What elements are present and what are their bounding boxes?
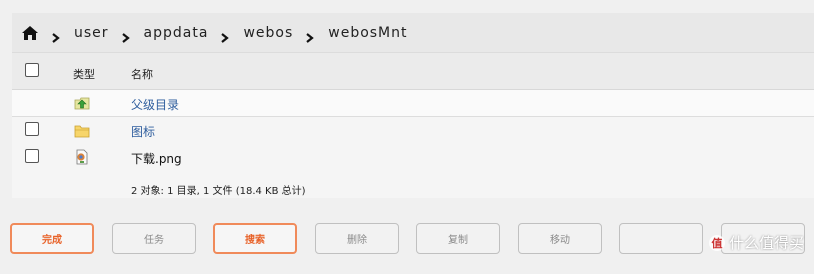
folder-icon [74,123,90,139]
tasks-button[interactable]: 任务 [112,223,196,254]
move-button[interactable]: 移动 [518,223,602,254]
column-header-type[interactable]: 类型 [73,66,95,82]
table-row[interactable]: 父级目录 [12,90,814,117]
chevron-right-icon [221,28,230,43]
image-file-icon [74,149,90,165]
breadcrumb-item-webosmnt[interactable]: webosMnt [328,25,407,41]
breadcrumb-item-appdata[interactable]: appdata [144,25,209,41]
table-header: 类型 名称 [12,53,814,90]
table-row[interactable]: 图标 [12,117,814,144]
chevron-right-icon [306,28,315,43]
chevron-right-icon [52,28,61,43]
watermark: 值 什么值得买 [708,232,804,253]
select-all-checkbox[interactable] [25,63,39,77]
delete-button[interactable]: 删除 [315,223,399,254]
watermark-logo-icon: 值 [708,234,725,251]
table-row[interactable]: 下载.png [12,144,814,171]
file-list: 类型 名称 父级目录 图标 下载.png 2 对象: 1 目录, 1 文件 (1… [12,53,814,198]
done-button[interactable]: 完成 [10,223,94,254]
copy-button[interactable]: 复制 [416,223,500,254]
chevron-right-icon [121,28,131,43]
row-checkbox[interactable] [25,122,39,136]
search-button[interactable]: 搜索 [213,223,297,254]
breadcrumb: user appdata webos webosMnt [12,13,814,53]
parent-folder-icon [74,95,90,111]
row-name[interactable]: 图标 [131,123,155,140]
watermark-text: 什么值得买 [728,234,804,252]
toolbar-button-7[interactable] [619,223,703,254]
home-icon[interactable] [21,25,39,41]
row-checkbox[interactable] [25,149,39,163]
status-summary: 2 对象: 1 目录, 1 文件 (18.4 KB 总计) [131,186,306,197]
row-name[interactable]: 下载.png [131,150,182,167]
row-name[interactable]: 父级目录 [131,96,179,113]
breadcrumb-item-webos[interactable]: webos [243,25,293,41]
column-header-name[interactable]: 名称 [131,66,153,82]
breadcrumb-item-user[interactable]: user [74,25,109,41]
